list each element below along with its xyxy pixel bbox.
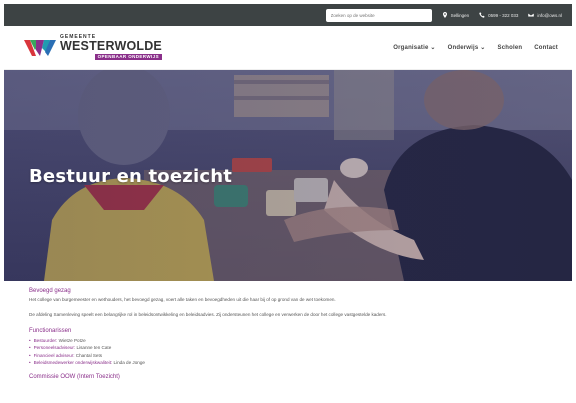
phone-link[interactable]: 0599 - 322 033 (479, 12, 518, 18)
role-label: Beleidsmedewerker onderwijskwaliteit: (33, 359, 113, 365)
section-heading-bevoegd-gezag: Bevoegd gezag (29, 288, 71, 294)
list-item: Personeelsadviseur: Lisanne ten Cate (29, 344, 547, 351)
section-heading-commissie: Commissie OOW (Intern Toezicht) (29, 374, 120, 381)
page-title: Bestuur en toezicht (29, 166, 233, 187)
list-item: Financieel adviseur: Chantal Sets (29, 352, 547, 359)
main-content: Bevoegd gezag Het college van burgemeest… (4, 281, 572, 390)
chevron-down-icon: ⌄ (480, 45, 486, 51)
mail-icon (528, 12, 535, 18)
role-label: Bestuurder: (33, 337, 58, 343)
paragraph-afdeling: De afdeling Samenleving speelt een belan… (29, 312, 387, 318)
phone-icon (479, 12, 485, 18)
nav-menu: Organisatie ⌄ Onderwijs ⌄ Scholen Contac… (393, 44, 558, 52)
functionarissen-list: Bestuurder: Wietze Potze Personeelsadvis… (29, 337, 547, 366)
nav-label: Onderwijs (447, 45, 479, 51)
role-label: Financieel adviseur: (33, 352, 75, 358)
person-name: Chantal Sets (75, 352, 103, 358)
section-heading-functionarissen: Functionarissen (29, 327, 72, 334)
chevron-down-icon: ⌄ (430, 45, 436, 51)
phone-text: 0599 - 322 033 (488, 12, 519, 18)
nav-item-contact[interactable]: Contact (534, 45, 558, 51)
location-link[interactable]: Sellingen (442, 12, 470, 18)
nav-item-onderwijs[interactable]: Onderwijs ⌄ (448, 44, 486, 51)
email-text: info@ows.nl (537, 12, 562, 18)
top-utility-bar: Sellingen 0599 - 322 033 info@ows.nl (4, 4, 572, 26)
role-label: Personeelsadviseur: (33, 345, 76, 351)
logo-line-westerwolde: WESTERWOLDE (60, 39, 162, 53)
list-item: Bestuurder: Wietze Potze (29, 337, 547, 344)
main-navigation: GEMEENTE WESTERWOLDE OPENBAAR ONDERWIJS … (4, 26, 572, 70)
webpage: Sellingen 0599 - 322 033 info@ows.nl GEM… (4, 4, 572, 399)
nav-item-organisatie[interactable]: Organisatie ⌄ (393, 44, 435, 51)
paragraph-college: Het college van burgemeester en wethoude… (29, 297, 336, 302)
nav-item-scholen[interactable]: Scholen (498, 45, 523, 51)
email-link[interactable]: info@ows.nl (528, 12, 562, 18)
hero-banner: Bestuur en toezicht (4, 70, 572, 281)
nav-label: Organisatie (393, 45, 429, 51)
logo-line-openbaar: OPENBAAR ONDERWIJS (94, 53, 162, 60)
person-name: Wietze Potze (58, 337, 86, 343)
site-logo[interactable]: GEMEENTE WESTERWOLDE OPENBAAR ONDERWIJS (24, 35, 162, 60)
person-name: Linda de Jonge (113, 359, 145, 365)
location-text: Sellingen (450, 12, 470, 18)
search-input[interactable] (325, 8, 432, 22)
logo-mark-icon (24, 39, 56, 56)
list-item: Beleidsmedewerker onderwijskwaliteit: Li… (29, 359, 547, 366)
location-pin-icon (442, 12, 447, 18)
person-name: Lisanne ten Cate (76, 345, 112, 351)
